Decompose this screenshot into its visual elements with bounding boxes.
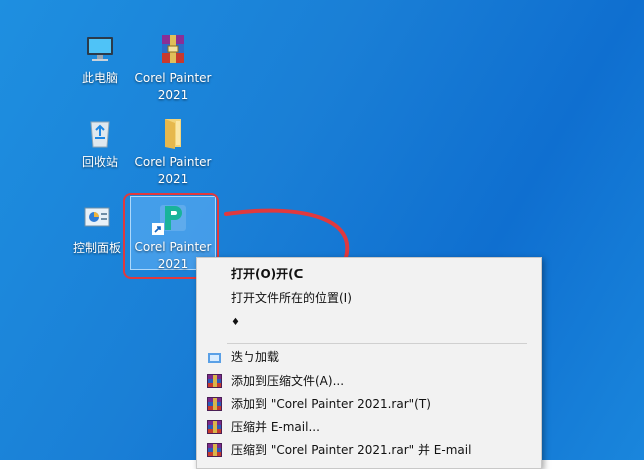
desktop-icon-label: Corel Painter 2021: [134, 155, 212, 186]
winrar-icon: [207, 420, 222, 434]
load-icon: [207, 350, 222, 364]
menu-item-compress-email[interactable]: 压缩并 E-mail...: [197, 416, 541, 438]
menu-item-open-file-location[interactable]: 打开文件所在的位置(I): [197, 287, 541, 309]
control-panel-icon: [80, 202, 114, 236]
winrar-icon: [207, 374, 222, 388]
context-menu: 打开(O)开(ᑕ 打开文件所在的位置(I) ♦ 迭ㄅ加载 添加到压缩文件(A).…: [196, 257, 542, 469]
menu-item-load[interactable]: 迭ㄅ加载: [197, 346, 541, 368]
desktop-icon-corel-folder[interactable]: Corel Painter 2021: [130, 116, 216, 188]
menu-item-add-to-archive[interactable]: 添加到压缩文件(A)...: [197, 370, 541, 392]
computer-icon: [83, 32, 117, 66]
winrar-icon: [207, 443, 222, 457]
winrar-archive-icon: [156, 32, 190, 66]
folder-icon: [156, 116, 190, 150]
desktop-icon-corel-archive[interactable]: Corel Painter 2021: [130, 32, 216, 104]
menu-item-unknown[interactable]: ♦: [197, 312, 541, 334]
desktop-icon-label: Corel Painter 2021: [134, 71, 212, 102]
winrar-icon: [207, 397, 222, 411]
menu-item-compress-rar-email[interactable]: 压缩到 "Corel Painter 2021.rar" 并 E-mail: [197, 439, 541, 461]
menu-separator: [227, 343, 527, 344]
recycle-bin-icon: [83, 116, 117, 150]
menu-item-add-to-rar[interactable]: 添加到 "Corel Painter 2021.rar"(T): [197, 393, 541, 415]
menu-item-open[interactable]: 打开(O)开(ᑕ: [197, 263, 541, 285]
